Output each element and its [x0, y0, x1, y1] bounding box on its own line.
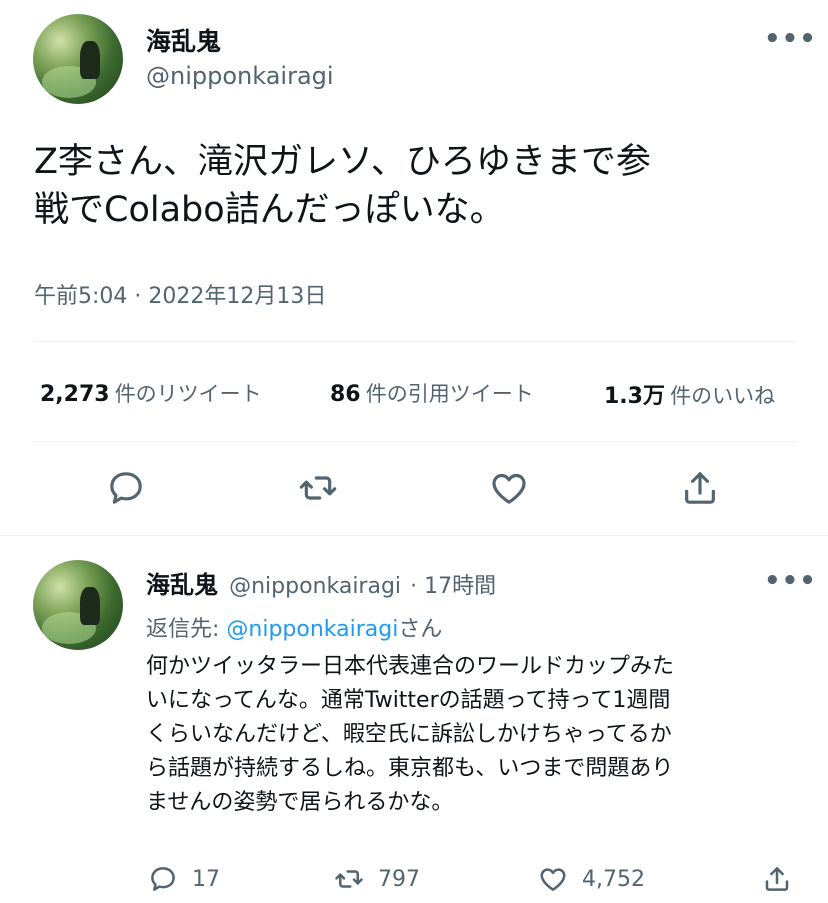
tweet-timestamp[interactable]: 午前5:04 · 2022年12月13日 [34, 278, 326, 310]
retweet-icon[interactable] [298, 468, 338, 508]
replying-to-handle-link[interactable]: @nipponkairagi [226, 617, 398, 642]
divider [33, 441, 796, 442]
share-icon[interactable] [680, 468, 720, 508]
like-icon[interactable] [489, 468, 529, 508]
reply-text-line: くらいなんだけど、暇空氏に訴訟しかけちゃってるか [146, 722, 672, 747]
author-handle[interactable]: @nipponkairagi [146, 62, 334, 90]
reply-share-button[interactable] [762, 864, 792, 894]
quotes-count: 86 [330, 382, 361, 407]
reply-icon[interactable] [148, 864, 178, 894]
avatar[interactable] [33, 14, 123, 104]
reply-more-options-icon[interactable]: ••• [764, 566, 817, 596]
reply-time[interactable]: · 17時間 [410, 574, 496, 599]
retweets-label: 件のリツイート [114, 382, 262, 406]
likes-count: 1.3万 [604, 384, 665, 409]
quotes-stat[interactable]: 86 件の引用ツイート [330, 378, 534, 408]
retweets-stat[interactable]: 2,273 件のリツイート [40, 378, 262, 408]
reply-icon[interactable] [106, 468, 146, 508]
reply-count: 17 [192, 866, 220, 892]
like-icon[interactable] [538, 864, 568, 894]
retweet-count: 797 [378, 866, 420, 892]
reply-text-line: 何かツイッタラー日本代表連合のワールドカップみた [146, 654, 675, 679]
reply-reply-button[interactable]: 17 [148, 864, 220, 894]
reply-like-button[interactable]: 4,752 [538, 864, 645, 894]
like-count: 4,752 [582, 866, 645, 892]
divider [33, 341, 796, 342]
retweet-icon[interactable] [334, 864, 364, 894]
replying-to-prefix: 返信先: [146, 617, 227, 642]
retweets-count: 2,273 [40, 382, 110, 407]
reply-avatar[interactable] [33, 560, 123, 650]
share-icon[interactable] [762, 864, 792, 894]
author-name[interactable]: 海乱鬼 [146, 22, 221, 58]
reply-text: 何かツイッタラー日本代表連合のワールドカップみた いになってんな。通常Twitt… [146, 650, 816, 820]
likes-stat[interactable]: 1.3万 件のいいね [604, 378, 775, 410]
reply-header: 海乱鬼 @nipponkairagi · 17時間 [146, 565, 496, 600]
more-options-icon[interactable]: ••• [764, 24, 817, 54]
tweet-text: Z李さん、滝沢ガレソ、ひろゆきまで参 戦でColabo詰んだっぽいな。 [34, 138, 814, 234]
replying-to: 返信先: @nipponkairagiさん [146, 611, 442, 643]
likes-label: 件のいいね [670, 384, 776, 408]
tweet-text-line: 戦でColabo詰んだっぽいな。 [34, 190, 505, 230]
quotes-label: 件の引用ツイート [365, 382, 534, 406]
reply-author-handle[interactable]: @nipponkairagi [229, 574, 401, 599]
reply-retweet-button[interactable]: 797 [334, 864, 420, 894]
reply-text-line: いになってんな。通常Twitterの話題って持って1週間 [146, 688, 671, 713]
reply-author-name[interactable]: 海乱鬼 [146, 571, 218, 599]
replying-to-suffix: さん [398, 617, 443, 642]
tweet-text-line: Z李さん、滝沢ガレソ、ひろゆきまで参 [34, 142, 651, 182]
divider [0, 535, 828, 536]
reply-text-line: ら話題が持続するしね。東京都も、いつまで問題あり [146, 756, 674, 781]
reply-text-line: ませんの姿勢で居られるかな。 [146, 790, 454, 815]
